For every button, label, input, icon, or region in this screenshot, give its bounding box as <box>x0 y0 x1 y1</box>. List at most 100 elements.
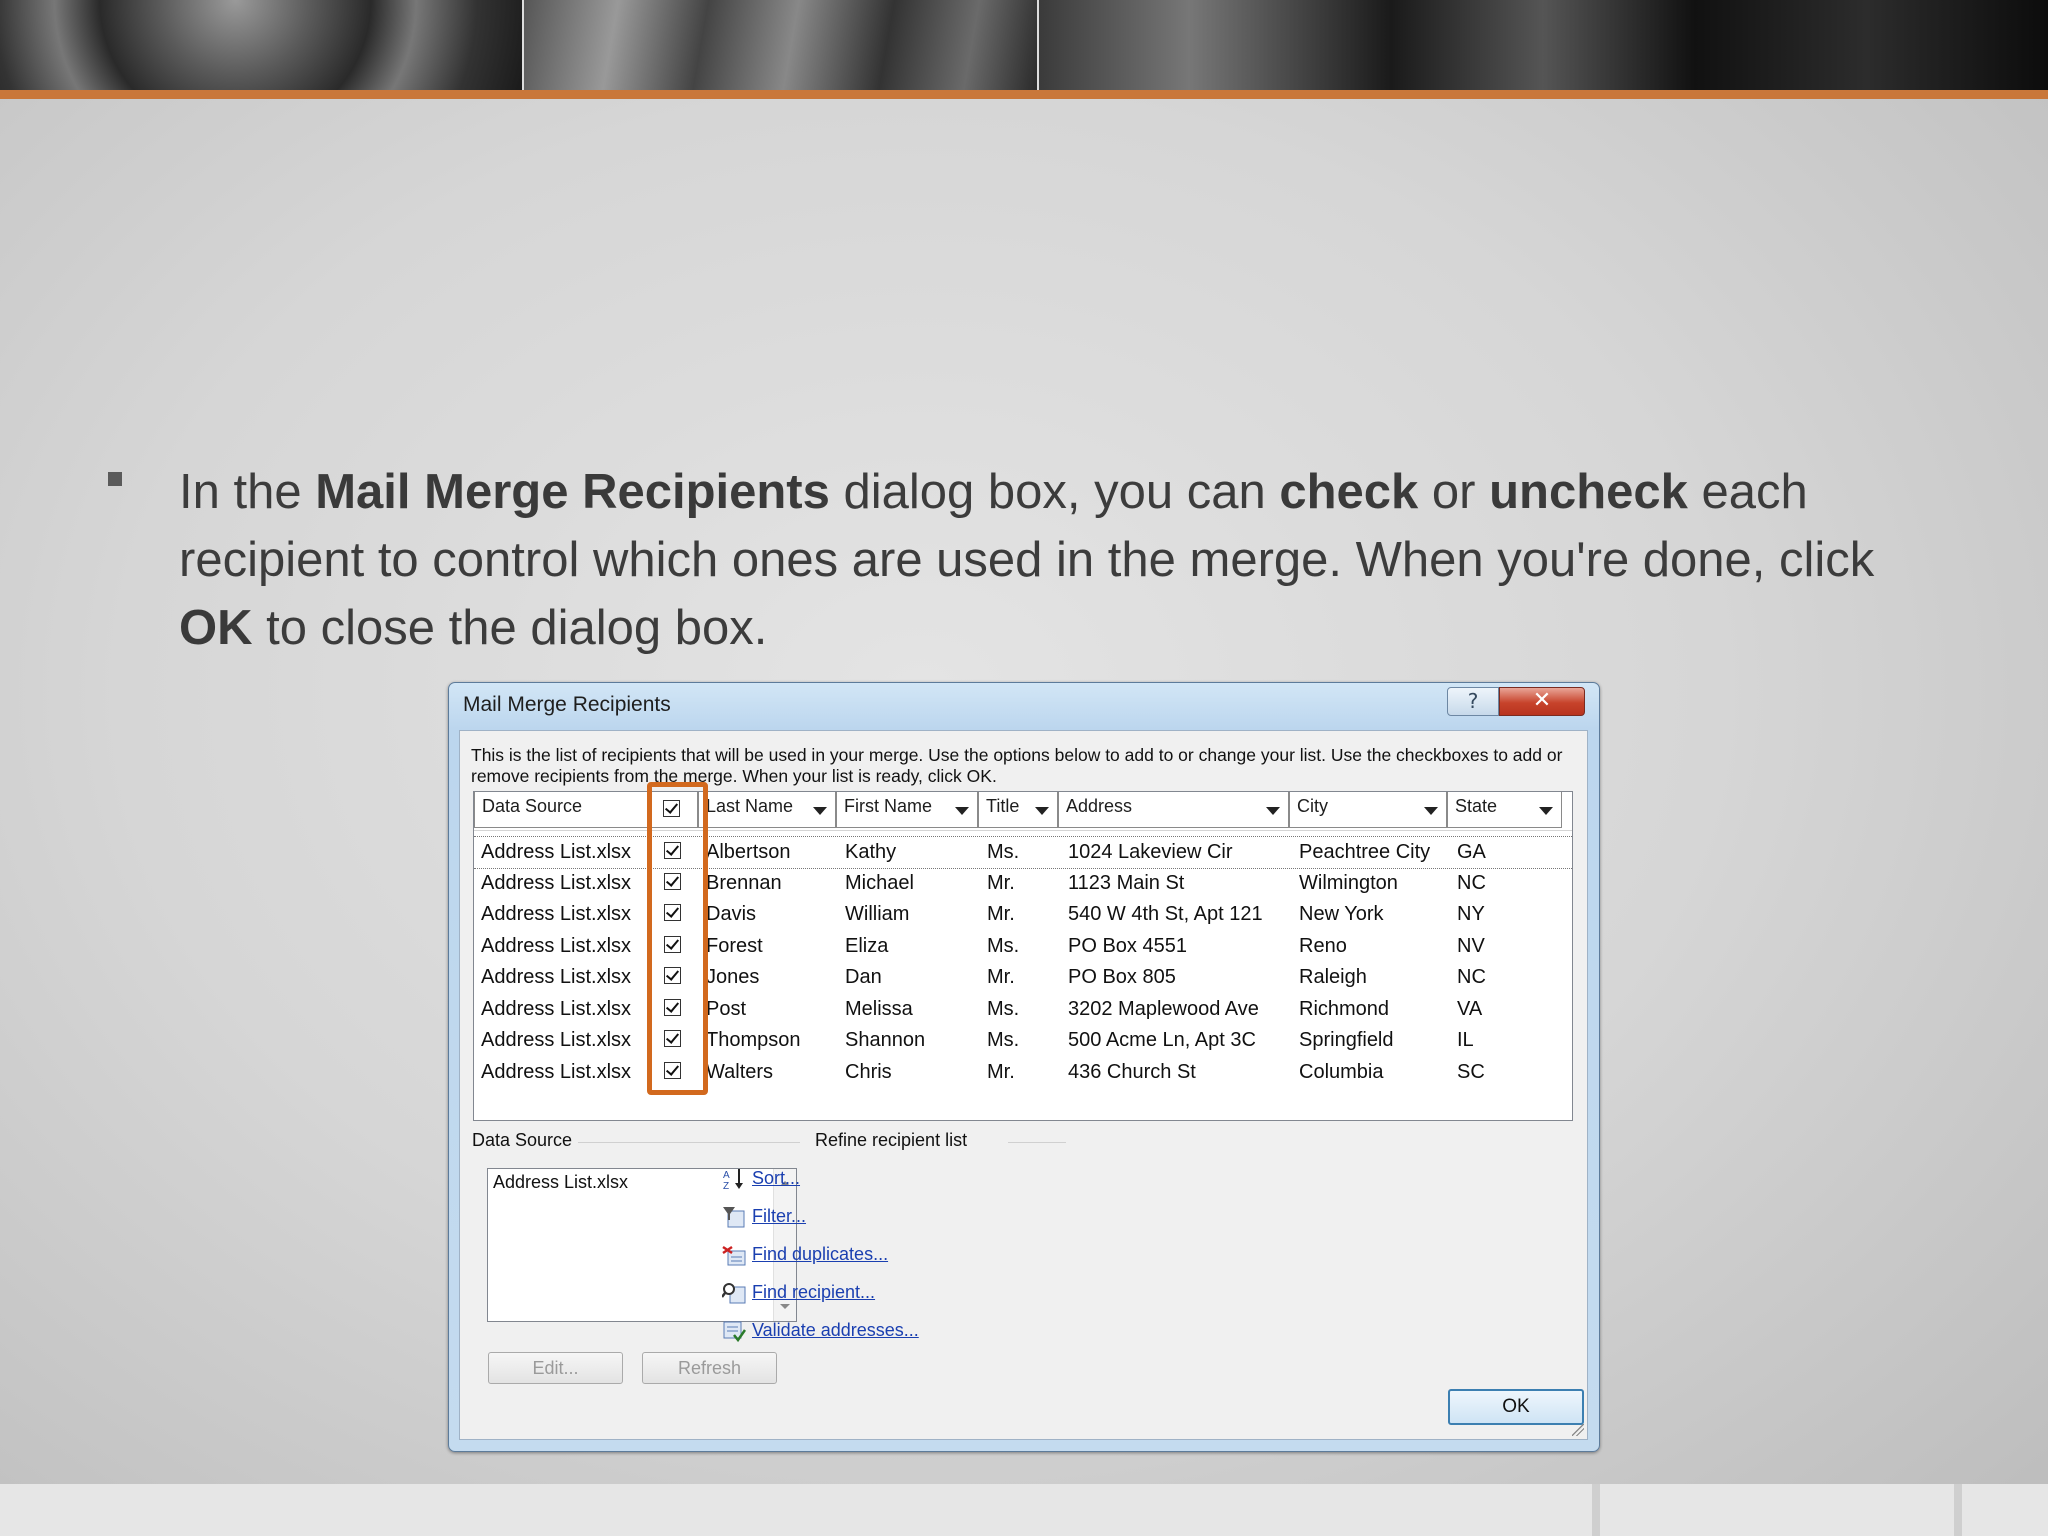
recipient-checkbox[interactable] <box>664 904 681 921</box>
data-source-item[interactable]: Address List.xlsx <box>493 1172 628 1193</box>
find-recipient-link[interactable]: Find recipient... <box>752 1282 875 1303</box>
close-button[interactable]: ✕ <box>1499 687 1585 716</box>
cell-first: William <box>845 903 910 925</box>
banner-photo-3 <box>1038 0 2048 90</box>
table-row[interactable]: Address List.xlsx Albertson Kathy Ms. 1024 L… <box>474 836 1572 869</box>
column-header-last-name[interactable]: Last Name <box>698 792 836 828</box>
dropdown-arrow-icon[interactable] <box>1266 807 1280 815</box>
table-row[interactable]: Address List.xlsx Post Melissa Ms. 3202 Mapl… <box>474 994 1572 1025</box>
cell-address: PO Box 805 <box>1068 966 1176 988</box>
cell-title: Ms. <box>987 997 1020 1020</box>
find-duplicates-link[interactable]: Find duplicates... <box>752 1244 888 1265</box>
column-header-title[interactable]: Title <box>978 792 1058 828</box>
cell-title: Mr. <box>987 871 1015 894</box>
validate-addresses-link[interactable]: Validate addresses... <box>752 1320 919 1341</box>
edit-button[interactable]: Edit... <box>488 1352 623 1384</box>
dropdown-arrow-icon[interactable] <box>1539 807 1553 815</box>
validate-addresses-icon <box>723 1321 746 1343</box>
group-divider <box>578 1142 800 1143</box>
table-row[interactable]: Address List.xlsx Thompson Shannon Ms. 500 A… <box>474 1025 1572 1056</box>
table-row[interactable]: Address List.xlsx Forest Eliza Ms. PO Box 45… <box>474 931 1572 962</box>
cell-source: Address List.xlsx <box>481 841 632 863</box>
column-header-check-all[interactable] <box>649 792 698 828</box>
recipient-checkbox[interactable] <box>664 872 681 890</box>
cell-city: Springfield <box>1299 1029 1394 1051</box>
cell-city: Columbia <box>1299 1060 1384 1083</box>
cell-city: Reno <box>1299 934 1347 957</box>
resize-grip-icon[interactable] <box>1572 1424 1584 1436</box>
cell-state: NC <box>1457 966 1486 988</box>
cell-source: Address List.xlsx <box>481 903 632 925</box>
cell-address: 436 Church St <box>1068 1060 1196 1083</box>
recipient-checkbox[interactable] <box>664 967 681 984</box>
column-label: City <box>1297 796 1328 816</box>
column-header-first-name[interactable]: First Name <box>836 792 978 828</box>
filter-icon <box>723 1207 745 1228</box>
cell-city: Peachtree City <box>1299 841 1431 863</box>
cell-state: GA <box>1457 841 1486 863</box>
column-label: Title <box>986 796 1020 816</box>
dialog-title: Mail Merge Recipients <box>463 693 671 716</box>
svg-text:Z: Z <box>723 1181 729 1191</box>
ok-button[interactable]: OK <box>1448 1389 1584 1425</box>
cell-title: Mr. <box>987 1060 1015 1083</box>
cell-state: SC <box>1457 1060 1485 1083</box>
group-divider <box>1008 1142 1066 1143</box>
sort-link[interactable]: Sort... <box>752 1168 800 1189</box>
recipient-checkbox[interactable] <box>664 842 681 859</box>
table-header: Data Source Last Name First Name Title A… <box>474 792 1572 831</box>
cell-title: Ms. <box>987 934 1020 957</box>
column-header-address[interactable]: Address <box>1058 792 1289 828</box>
cell-title: Ms. <box>987 841 1020 863</box>
recipient-checkbox[interactable] <box>664 935 681 953</box>
cell-title: Ms. <box>987 1029 1020 1051</box>
refresh-button[interactable]: Refresh <box>642 1352 777 1384</box>
scroll-down-icon[interactable] <box>780 1304 790 1309</box>
column-header-city[interactable]: City <box>1289 792 1447 828</box>
banner-photo-2 <box>523 0 1038 90</box>
dropdown-arrow-icon[interactable] <box>1035 807 1049 815</box>
refine-group-label: Refine recipient list <box>815 1130 968 1150</box>
help-button[interactable]: ? <box>1447 687 1499 716</box>
filter-link[interactable]: Filter... <box>752 1206 806 1227</box>
banner-divider <box>522 0 524 90</box>
column-header-state[interactable]: State <box>1447 792 1562 828</box>
dropdown-arrow-icon[interactable] <box>1424 807 1438 815</box>
dialog-client-area: This is the list of recipients that will… <box>459 730 1588 1440</box>
cell-first: Dan <box>845 966 882 988</box>
dropdown-arrow-icon[interactable] <box>955 807 969 815</box>
column-label: State <box>1455 796 1498 816</box>
cell-address: 3202 Maplewood Ave <box>1068 997 1259 1020</box>
table-row[interactable]: Address List.xlsx Walters Chris Mr. 436 Chur… <box>474 1057 1572 1088</box>
recipient-checkbox[interactable] <box>664 1030 681 1047</box>
find-duplicates-icon <box>722 1245 746 1266</box>
cell-title: Mr. <box>987 903 1015 925</box>
cell-address: 540 W 4th St, Apt 121 <box>1068 903 1263 925</box>
bold-text-run: check <box>1279 465 1419 519</box>
recipient-checkbox[interactable] <box>664 998 681 1016</box>
recipient-checkbox[interactable] <box>664 1061 681 1079</box>
table-row[interactable]: Address List.xlsx Brennan Michael Mr. 1123 M… <box>474 868 1572 899</box>
text-run: dialog box, you can <box>829 465 1280 519</box>
table-row[interactable]: Address List.xlsx Davis William Mr. 540 W 4t… <box>474 899 1572 930</box>
cell-address: 500 Acme Ln, Apt 3C <box>1068 1029 1256 1051</box>
table-row[interactable]: Address List.xlsx Jones Dan Mr. PO Box 805 Ra… <box>474 962 1572 993</box>
column-label: First Name <box>844 796 933 816</box>
data-source-list[interactable]: Address List.xlsx <box>487 1168 797 1322</box>
bullet-marker <box>108 472 122 486</box>
cell-state: NV <box>1457 934 1485 957</box>
column-header-data-source[interactable]: Data Source <box>474 792 649 828</box>
banner-photo-1 <box>0 0 523 90</box>
dropdown-arrow-icon[interactable] <box>813 807 827 815</box>
accent-bar <box>0 90 2048 99</box>
footer-strip <box>0 1484 2048 1536</box>
cell-first: Chris <box>845 1060 892 1083</box>
svg-text:A: A <box>723 1170 730 1181</box>
cell-last: Brennan <box>706 871 782 894</box>
cell-last: Walters <box>706 1060 774 1083</box>
find-recipient-icon <box>722 1283 746 1304</box>
recipients-table: Data Source Last Name First Name Title A… <box>473 791 1573 1121</box>
dialog-description: This is the list of recipients that will… <box>471 745 1563 786</box>
sort-az-icon: A Z <box>723 1169 743 1191</box>
select-all-checkbox[interactable] <box>663 800 680 817</box>
